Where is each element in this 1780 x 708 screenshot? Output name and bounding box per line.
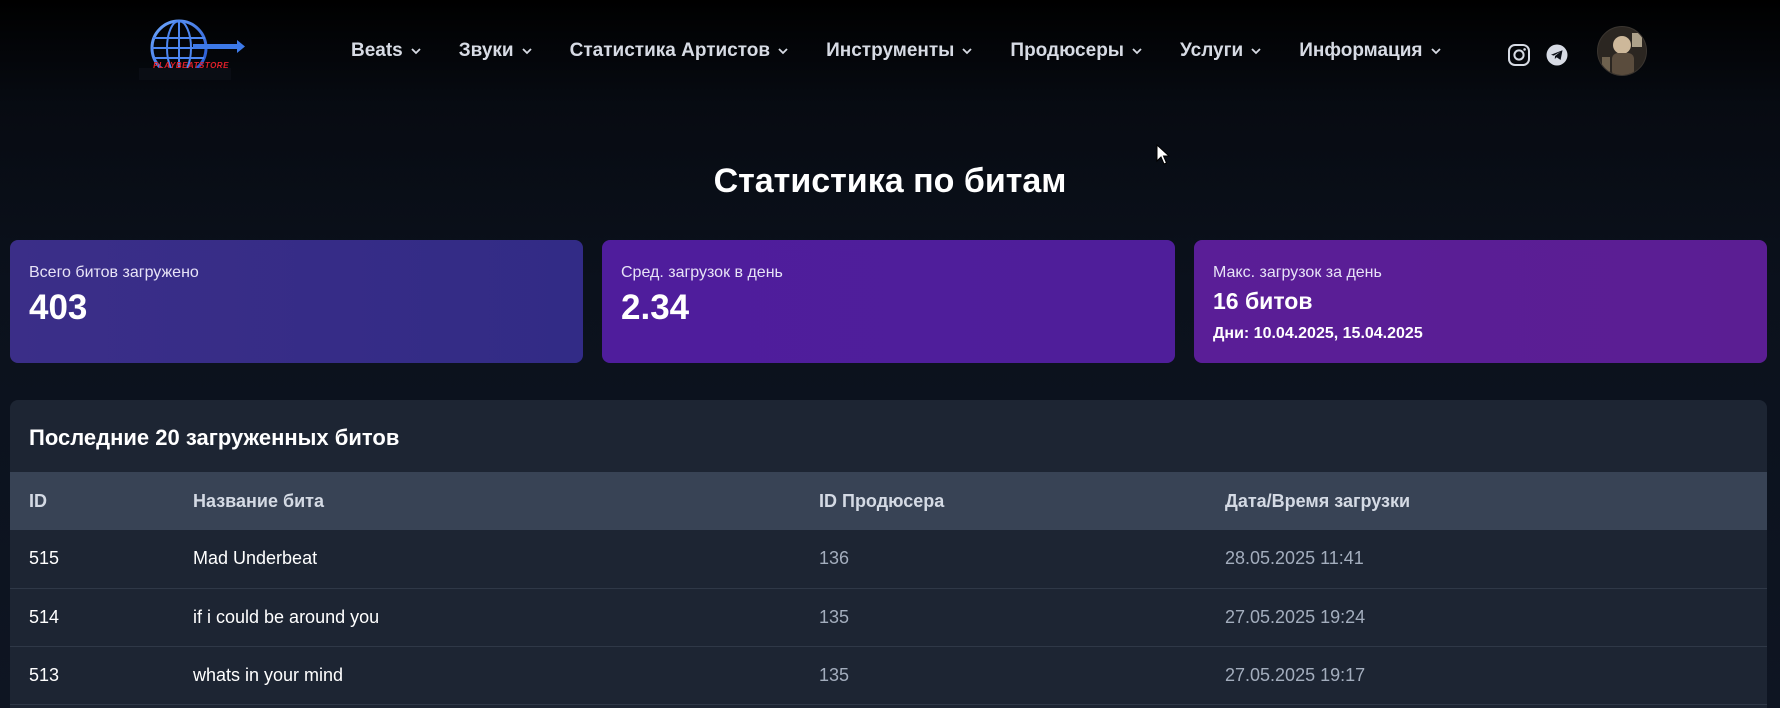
nav-sounds[interactable]: Звуки bbox=[459, 40, 533, 62]
cell-name: Mad Underbeat bbox=[193, 548, 318, 569]
chevron-down-icon bbox=[1430, 48, 1441, 55]
nav-label: Продюсеры bbox=[1010, 40, 1125, 61]
stat-label: Сред. загрузок в день bbox=[621, 264, 783, 281]
chevron-down-icon bbox=[1132, 48, 1142, 55]
stat-card-total: Всего битов загружено 403 bbox=[10, 240, 583, 363]
stat-label: Макс. загрузок за день bbox=[1213, 264, 1382, 281]
table-row[interactable]: 514 if i could be around you 135 27.05.2… bbox=[10, 588, 1767, 646]
nav-label: Beats bbox=[351, 40, 403, 61]
recent-beats-table: ID Название бита ID Продюсера Дата/Время… bbox=[10, 472, 1767, 705]
nav-services[interactable]: Услуги bbox=[1180, 40, 1262, 62]
nav-tools[interactable]: Инструменты bbox=[826, 40, 973, 62]
stat-label: Всего битов загружено bbox=[29, 264, 199, 281]
column-header-producer[interactable]: ID Продюсера bbox=[800, 472, 1206, 530]
nav-producers[interactable]: Продюсеры bbox=[1010, 40, 1143, 62]
cell-id: 515 bbox=[29, 548, 60, 569]
column-header-id[interactable]: ID bbox=[10, 472, 174, 530]
stat-days: Дни: 10.04.2025, 15.04.2025 bbox=[1213, 325, 1423, 342]
logo-text: PLAYBEATSTORE bbox=[153, 61, 229, 70]
chevron-down-icon bbox=[521, 48, 532, 55]
cell-id: 514 bbox=[29, 606, 60, 627]
cell-date: 28.05.2025 11:41 bbox=[1225, 548, 1364, 569]
chevron-down-icon bbox=[962, 48, 973, 55]
page-title: Статистика по битам bbox=[713, 162, 1067, 200]
cell-name: whats in your mind bbox=[193, 664, 344, 685]
table-header-row: ID Название бита ID Продюсера Дата/Время… bbox=[10, 472, 1767, 530]
nav-artist-stats[interactable]: Статистика Артистов bbox=[570, 40, 789, 62]
instagram-icon[interactable] bbox=[1506, 42, 1532, 68]
column-header-name[interactable]: Название бита bbox=[174, 472, 800, 530]
chevron-down-icon bbox=[411, 48, 421, 55]
stat-card-max: Макс. загрузок за день 16 битов Дни: 10.… bbox=[1194, 240, 1767, 363]
chevron-down-icon bbox=[1251, 48, 1261, 55]
nav-label: Услуги bbox=[1180, 40, 1244, 61]
stat-value: 16 битов bbox=[1213, 288, 1313, 314]
user-avatar[interactable] bbox=[1597, 26, 1647, 76]
cell-producer: 135 bbox=[819, 606, 850, 627]
cell-id: 513 bbox=[29, 664, 60, 685]
table-row[interactable]: 513 whats in your mind 135 27.05.2025 19… bbox=[10, 646, 1767, 704]
main-nav: Beats Звуки Статистика Артистов Инструме… bbox=[351, 40, 1479, 62]
nav-label: Звуки bbox=[458, 40, 514, 61]
nav-label: Статистика Артистов bbox=[569, 40, 771, 61]
cell-producer: 136 bbox=[819, 548, 850, 569]
nav-label: Информация bbox=[1299, 40, 1423, 61]
telegram-icon[interactable] bbox=[1544, 42, 1570, 68]
stat-card-average: Сред. загрузок в день 2.34 bbox=[602, 240, 1175, 363]
recent-beats-panel: Последние 20 загруженных битов ID Назван… bbox=[10, 400, 1767, 708]
stat-value: 2.34 bbox=[621, 288, 690, 327]
cell-date: 27.05.2025 19:24 bbox=[1225, 606, 1366, 627]
cell-name: if i could be around you bbox=[193, 606, 380, 627]
cell-date: 27.05.2025 19:17 bbox=[1225, 664, 1366, 685]
column-header-date[interactable]: Дата/Время загрузки bbox=[1206, 472, 1767, 530]
stat-value: 403 bbox=[29, 288, 88, 327]
nav-beats[interactable]: Beats bbox=[351, 40, 422, 62]
nav-label: Инструменты bbox=[826, 40, 955, 61]
site-header: PLAYBEATSTORE Beats Звуки Статистика Арт… bbox=[0, 0, 1780, 105]
chevron-down-icon bbox=[778, 48, 788, 55]
logo[interactable] bbox=[135, 18, 247, 84]
nav-info[interactable]: Информация bbox=[1299, 40, 1441, 62]
table-row[interactable]: 515 Mad Underbeat 136 28.05.2025 11:41 bbox=[10, 530, 1767, 588]
cell-producer: 135 bbox=[819, 664, 850, 685]
avatar-image bbox=[1598, 27, 1646, 75]
panel-title: Последние 20 загруженных битов bbox=[29, 425, 400, 450]
